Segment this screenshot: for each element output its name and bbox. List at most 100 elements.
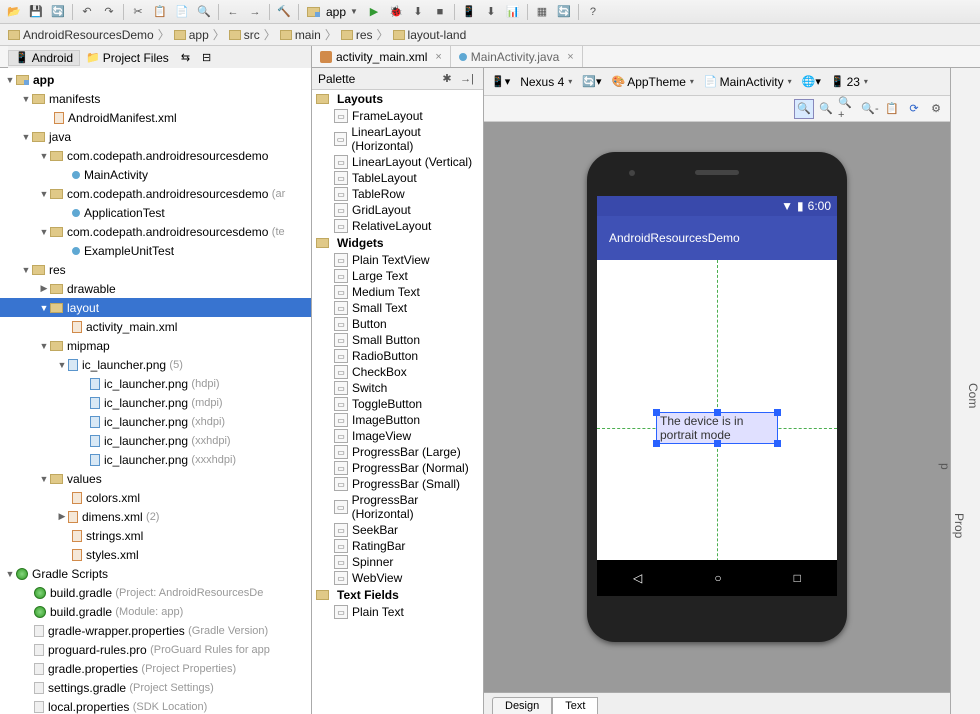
device-screen[interactable]: ▼ ▮ 6:00 AndroidResourcesDemo The device i… — [597, 196, 837, 596]
nav-back-icon: ◁ — [633, 571, 642, 585]
palette-item[interactable]: ▭TableLayout — [312, 170, 483, 186]
pal-group-textfields: Text Fields — [337, 588, 399, 602]
bc-project[interactable]: AndroidResourcesDemo — [4, 28, 158, 42]
activity-select[interactable]: 📄MainActivity▾ — [701, 75, 795, 89]
sdk-icon[interactable]: ⬇ — [481, 2, 501, 22]
bc-res[interactable]: res — [337, 28, 377, 42]
zoom-in-icon[interactable]: 🔍+ — [838, 99, 858, 119]
palette-item[interactable]: ▭LinearLayout (Horizontal) — [312, 124, 483, 154]
view-collapse-icon[interactable]: ⊟ — [196, 51, 217, 64]
zoom-fit-icon[interactable]: 🔍 — [794, 99, 814, 119]
device-select[interactable]: Nexus 4▾ — [517, 75, 575, 89]
tab-activity-main[interactable]: activity_main.xml× — [312, 46, 451, 67]
debug-icon[interactable]: 🐞 — [386, 2, 406, 22]
save-icon[interactable]: 💾 — [26, 2, 46, 22]
nav-home-icon: ○ — [714, 571, 721, 585]
palette-item[interactable]: ▭SeekBar — [312, 522, 483, 538]
view-project-files[interactable]: 📁Project Files — [80, 51, 175, 65]
project-tree[interactable]: ▼app ▼manifests AndroidManifest.xml ▼jav… — [0, 68, 311, 714]
undo-icon[interactable]: ↶ — [77, 2, 97, 22]
wifi-icon: ▼ — [781, 199, 793, 213]
paste-icon[interactable]: 📄 — [172, 2, 192, 22]
palette-item[interactable]: ▭ImageView — [312, 428, 483, 444]
zoom-reset-icon[interactable]: 🔍 — [816, 99, 836, 119]
palette-item[interactable]: ▭ProgressBar (Normal) — [312, 460, 483, 476]
palette-title: Palette — [318, 72, 355, 86]
palette-hide-icon[interactable]: →| — [457, 69, 477, 89]
tab-mainactivity[interactable]: MainActivity.java× — [451, 46, 583, 67]
zoom-out-icon[interactable]: 🔍- — [860, 99, 880, 119]
palette-item[interactable]: ▭Small Text — [312, 300, 483, 316]
theme-select[interactable]: 🎨AppTheme▾ — [608, 75, 696, 89]
module-select[interactable]: app▼ — [303, 5, 362, 19]
palette-item[interactable]: ▭ProgressBar (Small) — [312, 476, 483, 492]
cut-icon[interactable]: ✂ — [128, 2, 148, 22]
palette-item[interactable]: ▭FrameLayout — [312, 108, 483, 124]
battery-icon: ▮ — [797, 199, 804, 213]
palette-item[interactable]: ▭GridLayout — [312, 202, 483, 218]
palette-item[interactable]: ▭Medium Text — [312, 284, 483, 300]
sync-gradle-icon[interactable]: 🔄 — [554, 2, 574, 22]
monitor-icon[interactable]: 📊 — [503, 2, 523, 22]
pal-group-layouts: Layouts — [337, 92, 383, 106]
right-toolwindow[interactable]: Com Prop p — [950, 68, 980, 714]
rotate-icon[interactable]: 📱▾ — [488, 75, 513, 88]
redo-icon[interactable]: ↷ — [99, 2, 119, 22]
forward-icon[interactable]: → — [245, 2, 265, 22]
palette-item[interactable]: ▭RadioButton — [312, 348, 483, 364]
view-android[interactable]: 📱Android — [8, 50, 80, 66]
sync-icon[interactable]: 🔄 — [48, 2, 68, 22]
tab-design[interactable]: Design — [492, 697, 552, 714]
avd-icon[interactable]: 📱 — [459, 2, 479, 22]
palette-item[interactable]: ▭RatingBar — [312, 538, 483, 554]
view-nav-icon[interactable]: ⇆ — [175, 51, 196, 64]
palette-item[interactable]: ▭LinearLayout (Vertical) — [312, 154, 483, 170]
palette-item[interactable]: ▭Plain Text — [312, 604, 483, 620]
palette-item[interactable]: ▭ProgressBar (Large) — [312, 444, 483, 460]
breadcrumb: AndroidResourcesDemo〉 app〉 src〉 main〉 re… — [0, 24, 980, 46]
nav-recent-icon: □ — [794, 571, 801, 585]
textview-selected[interactable]: The device is in portrait mode — [657, 413, 777, 443]
build-icon[interactable]: 🔨 — [274, 2, 294, 22]
palette-settings-icon[interactable]: ✱ — [437, 68, 457, 88]
status-time: 6:00 — [808, 199, 831, 213]
orientation-icon[interactable]: 🔄▾ — [579, 75, 604, 88]
palette-item[interactable]: ▭Small Button — [312, 332, 483, 348]
attach-icon[interactable]: ⬇ — [408, 2, 428, 22]
tab-text[interactable]: Text — [552, 697, 598, 714]
bc-main[interactable]: main — [276, 28, 325, 42]
refresh-icon[interactable]: ⟳ — [904, 99, 924, 119]
palette-item[interactable]: ▭CheckBox — [312, 364, 483, 380]
bc-src[interactable]: src — [225, 28, 264, 42]
structure-icon[interactable]: ▦ — [532, 2, 552, 22]
palette-panel: Palette ✱→| Layouts ▭FrameLayout▭LinearL… — [312, 68, 484, 714]
palette-item[interactable]: ▭ToggleButton — [312, 396, 483, 412]
palette-item[interactable]: ▭Large Text — [312, 268, 483, 284]
palette-item[interactable]: ▭ImageButton — [312, 412, 483, 428]
palette-item[interactable]: ▭RelativeLayout — [312, 218, 483, 234]
palette-item[interactable]: ▭Spinner — [312, 554, 483, 570]
palette-item[interactable]: ▭TableRow — [312, 186, 483, 202]
palette-item[interactable]: ▭Switch — [312, 380, 483, 396]
palette-item[interactable]: ▭Button — [312, 316, 483, 332]
copy-icon[interactable]: 📋 — [150, 2, 170, 22]
bc-app[interactable]: app — [170, 28, 213, 42]
editor-tab-row: 📱Android 📁Project Files ⇆ ⊟ activity_mai… — [0, 46, 980, 68]
back-icon[interactable]: ← — [223, 2, 243, 22]
clip-icon[interactable]: 📋 — [882, 99, 902, 119]
palette-item[interactable]: ▭WebView — [312, 570, 483, 586]
bc-layout-land[interactable]: layout-land — [389, 28, 471, 42]
project-panel: ▼app ▼manifests AndroidManifest.xml ▼jav… — [0, 68, 312, 714]
settings-icon[interactable]: ⚙ — [926, 99, 946, 119]
api-select[interactable]: 📱23▾ — [828, 75, 871, 89]
run-icon[interactable]: ▶ — [364, 2, 384, 22]
palette-item[interactable]: ▭ProgressBar (Horizontal) — [312, 492, 483, 522]
locale-icon[interactable]: 🌐▾ — [799, 75, 824, 88]
help-icon[interactable]: ? — [583, 2, 603, 22]
find-icon[interactable]: 🔍 — [194, 2, 214, 22]
stop-icon[interactable]: ■ — [430, 2, 450, 22]
palette-item[interactable]: ▭Plain TextView — [312, 252, 483, 268]
open-icon[interactable]: 📂 — [4, 2, 24, 22]
tree-layout-folder: ▼layout — [0, 298, 311, 317]
app-title: AndroidResourcesDemo — [609, 231, 740, 245]
